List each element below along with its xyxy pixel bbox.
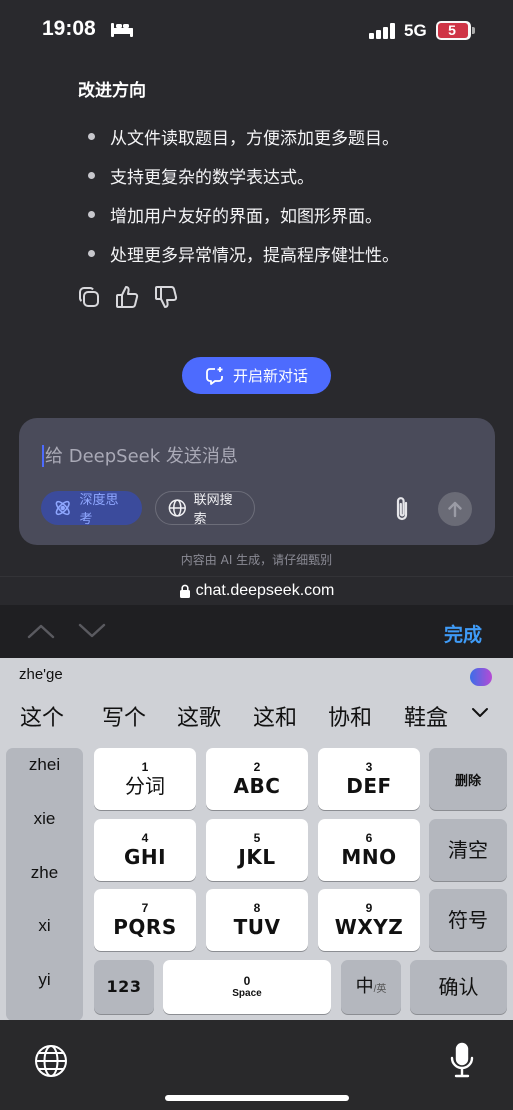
- chevron-down-icon[interactable]: [78, 622, 106, 640]
- home-indicator[interactable]: [165, 1095, 349, 1101]
- network-type: 5G: [404, 21, 427, 40]
- pinyin-options-column: zhei xie zhe xi yi: [6, 748, 83, 1021]
- lock-icon: [179, 584, 190, 598]
- chevron-down-icon[interactable]: [470, 706, 490, 720]
- new-chat-button[interactable]: 开启新对话: [182, 357, 331, 394]
- key-9[interactable]: 9 WXYZ: [318, 889, 420, 951]
- web-search-label: 联网搜索: [193, 493, 233, 527]
- microphone-icon[interactable]: [448, 1042, 476, 1080]
- key-8[interactable]: 8 TUV: [206, 889, 308, 951]
- sleep-focus-icon: [111, 23, 133, 37]
- language-switch-key[interactable]: 中 /英: [341, 960, 401, 1014]
- cellular-signal-icon: [369, 23, 397, 39]
- keyboard-assistant-icon[interactable]: [470, 668, 492, 686]
- candidate-bar: 这个 写个 这歌 这和 协和 鞋盒: [0, 698, 513, 734]
- battery-icon: 5: [436, 21, 471, 40]
- status-bar: 19:08 5G 5: [0, 0, 513, 62]
- delete-key[interactable]: 删除: [429, 748, 507, 810]
- list-item: 支持更复杂的数学表达式。: [88, 163, 399, 202]
- thumbs-down-icon[interactable]: [153, 284, 179, 310]
- pinyin-option[interactable]: xie: [6, 809, 83, 829]
- numbers-key[interactable]: 123: [94, 960, 154, 1014]
- web-search-toggle[interactable]: 联网搜索: [155, 491, 255, 527]
- candidate-item[interactable]: 协和: [328, 700, 372, 732]
- list-item: 增加用户友好的界面，如图形界面。: [88, 202, 399, 241]
- key-1[interactable]: 1 分词: [94, 748, 196, 810]
- key-3[interactable]: 3 DEF: [318, 748, 420, 810]
- candidate-item[interactable]: 写个: [102, 700, 146, 732]
- space-key[interactable]: 0 Space: [163, 960, 331, 1014]
- new-chat-label: 开启新对话: [232, 367, 308, 385]
- list-item: 从文件读取题目，方便添加更多题目。: [88, 124, 399, 163]
- candidate-item[interactable]: 鞋盒: [404, 700, 448, 732]
- key-5[interactable]: 5 JKL: [206, 819, 308, 881]
- candidate-item[interactable]: 这和: [253, 700, 297, 732]
- arrow-up-icon: [448, 501, 462, 518]
- copy-icon[interactable]: [76, 284, 102, 310]
- message-composer: 深度思考 联网搜索: [19, 418, 495, 545]
- globe-icon[interactable]: [34, 1044, 68, 1078]
- pinyin-option[interactable]: xi: [6, 916, 83, 936]
- new-chat-icon: [206, 366, 223, 385]
- pinyin-option[interactable]: zhe: [6, 863, 83, 883]
- key-7[interactable]: 7 PQRS: [94, 889, 196, 951]
- pinyin-option[interactable]: zhei: [6, 755, 83, 775]
- atom-icon: [55, 500, 70, 516]
- send-button[interactable]: [438, 492, 472, 526]
- status-time: 19:08: [42, 17, 96, 40]
- ai-disclaimer: 内容由 AI 生成，请仔细甄别: [180, 553, 333, 567]
- battery-level: 5: [448, 22, 456, 38]
- deep-think-label: 深度思考: [79, 493, 119, 527]
- clear-key[interactable]: 清空: [429, 819, 507, 881]
- symbols-key[interactable]: 符号: [429, 889, 507, 951]
- bullet-list: 从文件读取题目，方便添加更多题目。 支持更复杂的数学表达式。 增加用户友好的界面…: [88, 124, 399, 280]
- url-text: chat.deepseek.com: [195, 582, 335, 599]
- key-4[interactable]: 4 GHI: [94, 819, 196, 881]
- candidate-item[interactable]: 这歌: [177, 700, 221, 732]
- pinyin-option[interactable]: yi: [6, 970, 83, 990]
- message-heading: 改进方向: [78, 81, 146, 101]
- confirm-key[interactable]: 确认: [410, 960, 507, 1014]
- pinyin-composition: zhe'ge: [19, 666, 63, 683]
- done-button[interactable]: 完成: [444, 620, 482, 647]
- thumbs-up-icon[interactable]: [114, 284, 140, 310]
- key-6[interactable]: 6 MNO: [318, 819, 420, 881]
- url-bar[interactable]: chat.deepseek.com: [0, 576, 513, 605]
- key-2[interactable]: 2 ABC: [206, 748, 308, 810]
- globe-icon: [168, 499, 186, 517]
- chevron-up-icon[interactable]: [27, 622, 55, 640]
- battery-tip: [472, 27, 475, 34]
- text-caret: [42, 445, 44, 467]
- keyboard-toolbar: 完成: [0, 605, 513, 658]
- message-input[interactable]: [45, 442, 425, 470]
- deep-think-toggle[interactable]: 深度思考: [41, 491, 142, 527]
- candidate-item[interactable]: 这个: [20, 700, 64, 732]
- list-item: 处理更多异常情况，提高程序健壮性。: [88, 241, 399, 280]
- paperclip-icon[interactable]: [391, 495, 415, 523]
